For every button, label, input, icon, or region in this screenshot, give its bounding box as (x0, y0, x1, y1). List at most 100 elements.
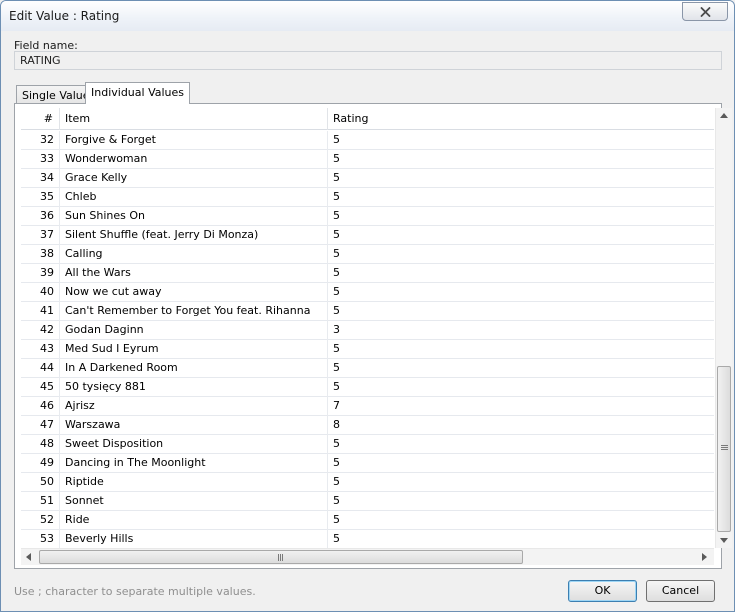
item-cell: Now we cut away (60, 283, 328, 302)
rating-cell[interactable]: 3 (328, 321, 714, 340)
rating-cell[interactable]: 5 (328, 207, 714, 226)
rating-cell[interactable]: 5 (328, 492, 714, 511)
row-number: 53 (21, 530, 60, 548)
row-number: 43 (21, 340, 60, 359)
table-row[interactable]: 36 Sun Shines On 5 (21, 207, 714, 226)
row-number: 50 (21, 473, 60, 492)
table-row[interactable]: 44 In A Darkened Room 5 (21, 359, 714, 378)
horizontal-scroll-thumb[interactable] (39, 550, 523, 564)
table-header: # Item Rating (21, 108, 714, 130)
item-cell: Godan Daginn (60, 321, 328, 340)
table-row[interactable]: 47 Warszawa 8 (21, 416, 714, 435)
grip-icon (278, 554, 284, 561)
table-row[interactable]: 49 Dancing in The Moonlight 5 (21, 454, 714, 473)
rating-cell[interactable]: 5 (328, 150, 714, 169)
row-number: 45 (21, 378, 60, 397)
table-row[interactable]: 32 Forgive & Forget 5 (21, 131, 714, 150)
rating-cell[interactable]: 5 (328, 169, 714, 188)
item-cell: Sonnet (60, 492, 328, 511)
rating-cell[interactable]: 5 (328, 435, 714, 454)
row-number: 42 (21, 321, 60, 340)
column-header-item[interactable]: Item (60, 108, 328, 130)
row-number: 39 (21, 264, 60, 283)
table-row[interactable]: 42 Godan Daginn 3 (21, 321, 714, 340)
arrow-down-icon[interactable] (720, 538, 728, 543)
separator-hint: Use ; character to separate multiple val… (14, 585, 256, 598)
table-row[interactable]: 40 Now we cut away 5 (21, 283, 714, 302)
rating-cell[interactable]: 5 (328, 359, 714, 378)
item-cell: Wonderwoman (60, 150, 328, 169)
item-cell: Warszawa (60, 416, 328, 435)
row-number: 32 (21, 131, 60, 150)
rating-cell[interactable]: 5 (328, 511, 714, 530)
table-row[interactable]: 33 Wonderwoman 5 (21, 150, 714, 169)
table-row[interactable]: 43 Med Sud I Eyrum 5 (21, 340, 714, 359)
item-cell: Can't Remember to Forget You feat. Rihan… (60, 302, 328, 321)
table-row[interactable]: 45 50 tysięcy 881 5 (21, 378, 714, 397)
table-row[interactable]: 34 Grace Kelly 5 (21, 169, 714, 188)
arrow-up-icon[interactable] (720, 113, 728, 118)
table-row[interactable]: 53 Beverly Hills 5 (21, 530, 714, 548)
rating-cell[interactable]: 5 (328, 340, 714, 359)
item-cell: Sweet Disposition (60, 435, 328, 454)
cancel-button[interactable]: Cancel (646, 580, 715, 602)
rating-cell[interactable]: 5 (328, 378, 714, 397)
grip-icon (721, 445, 728, 451)
arrow-left-icon[interactable] (26, 553, 31, 561)
table-row[interactable]: 37 Silent Shuffle (feat. Jerry Di Monza) 5 (21, 226, 714, 245)
row-number: 44 (21, 359, 60, 378)
rating-cell[interactable]: 5 (328, 131, 714, 150)
close-button[interactable] (682, 2, 728, 21)
table-row[interactable]: 46 Ajrisz 7 (21, 397, 714, 416)
edit-value-dialog: Edit Value : Rating Field name: RATING S… (0, 0, 735, 612)
table-row[interactable]: 38 Calling 5 (21, 245, 714, 264)
arrow-right-icon[interactable] (702, 553, 707, 561)
row-number: 34 (21, 169, 60, 188)
column-header-number[interactable]: # (21, 108, 60, 130)
row-number: 40 (21, 283, 60, 302)
table-row[interactable]: 51 Sonnet 5 (21, 492, 714, 511)
table-row[interactable]: 48 Sweet Disposition 5 (21, 435, 714, 454)
rating-cell[interactable]: 5 (328, 530, 714, 548)
horizontal-scrollbar[interactable] (21, 548, 714, 565)
item-cell: Calling (60, 245, 328, 264)
table-row[interactable]: 39 All the Wars 5 (21, 264, 714, 283)
values-table: # Item Rating 32 Forgive & Forget 5 33 Wonde… (21, 108, 714, 548)
table-row[interactable]: 35 Chleb 5 (21, 188, 714, 207)
item-cell: Dancing in The Moonlight (60, 454, 328, 473)
rating-cell[interactable]: 5 (328, 264, 714, 283)
row-number: 49 (21, 454, 60, 473)
table-row[interactable]: 41 Can't Remember to Forget You feat. Rih… (21, 302, 714, 321)
vertical-scrollbar[interactable] (715, 108, 732, 548)
row-number: 47 (21, 416, 60, 435)
item-cell: Forgive & Forget (60, 131, 328, 150)
rating-cell[interactable]: 5 (328, 188, 714, 207)
rating-cell[interactable]: 5 (328, 226, 714, 245)
row-number: 36 (21, 207, 60, 226)
tab-individual-values[interactable]: Individual Values (85, 82, 191, 104)
rating-cell[interactable]: 8 (328, 416, 714, 435)
row-number: 37 (21, 226, 60, 245)
rating-cell[interactable]: 5 (328, 283, 714, 302)
table-row[interactable]: 50 Riptide 5 (21, 473, 714, 492)
rating-cell[interactable]: 7 (328, 397, 714, 416)
ok-button[interactable]: OK (568, 580, 637, 602)
rating-cell[interactable]: 5 (328, 302, 714, 321)
column-header-rating[interactable]: Rating (328, 108, 714, 130)
close-icon (700, 6, 711, 17)
row-number: 51 (21, 492, 60, 511)
rating-cell[interactable]: 5 (328, 245, 714, 264)
rating-cell[interactable]: 5 (328, 454, 714, 473)
vertical-scroll-thumb[interactable] (717, 366, 731, 532)
item-cell: Silent Shuffle (feat. Jerry Di Monza) (60, 226, 328, 245)
item-cell: Riptide (60, 473, 328, 492)
item-cell: 50 tysięcy 881 (60, 378, 328, 397)
rating-cell[interactable]: 5 (328, 473, 714, 492)
window-title: Edit Value : Rating (9, 9, 120, 23)
row-number: 38 (21, 245, 60, 264)
item-cell: Med Sud I Eyrum (60, 340, 328, 359)
item-cell: All the Wars (60, 264, 328, 283)
table-row[interactable]: 52 Ride 5 (21, 511, 714, 530)
item-cell: Ride (60, 511, 328, 530)
row-number: 48 (21, 435, 60, 454)
